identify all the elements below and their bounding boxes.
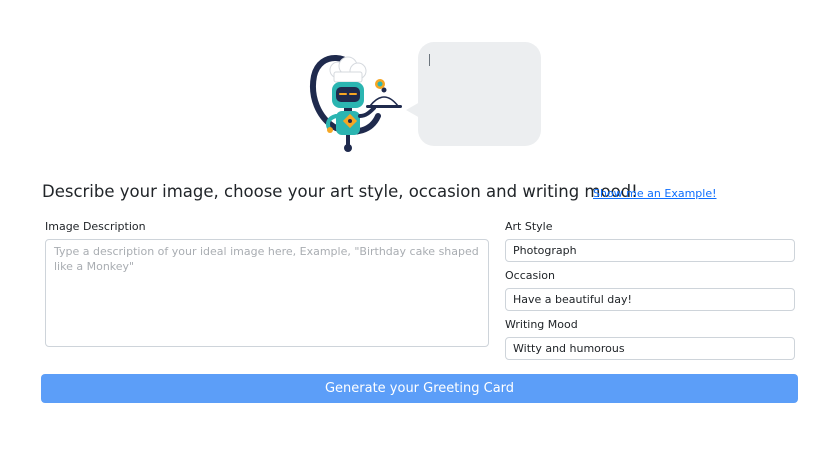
occasion-label: Occasion <box>505 269 555 282</box>
speech-bubble <box>418 42 541 146</box>
robot-waiter-icon <box>310 55 402 152</box>
image-description-input[interactable] <box>45 239 489 347</box>
image-description-label: Image Description <box>45 220 146 233</box>
text-cursor <box>429 54 430 66</box>
writing-mood-label: Writing Mood <box>505 318 578 331</box>
writing-mood-input[interactable] <box>505 337 795 360</box>
show-example-link[interactable]: Show me an Example! <box>593 187 717 200</box>
art-style-label: Art Style <box>505 220 553 233</box>
art-style-input[interactable] <box>505 239 795 262</box>
greeting-card-page: Describe your image, choose your art sty… <box>0 0 840 472</box>
page-heading: Describe your image, choose your art sty… <box>42 182 638 201</box>
occasion-input[interactable] <box>505 288 795 311</box>
generate-card-button[interactable]: Generate your Greeting Card <box>41 374 798 403</box>
